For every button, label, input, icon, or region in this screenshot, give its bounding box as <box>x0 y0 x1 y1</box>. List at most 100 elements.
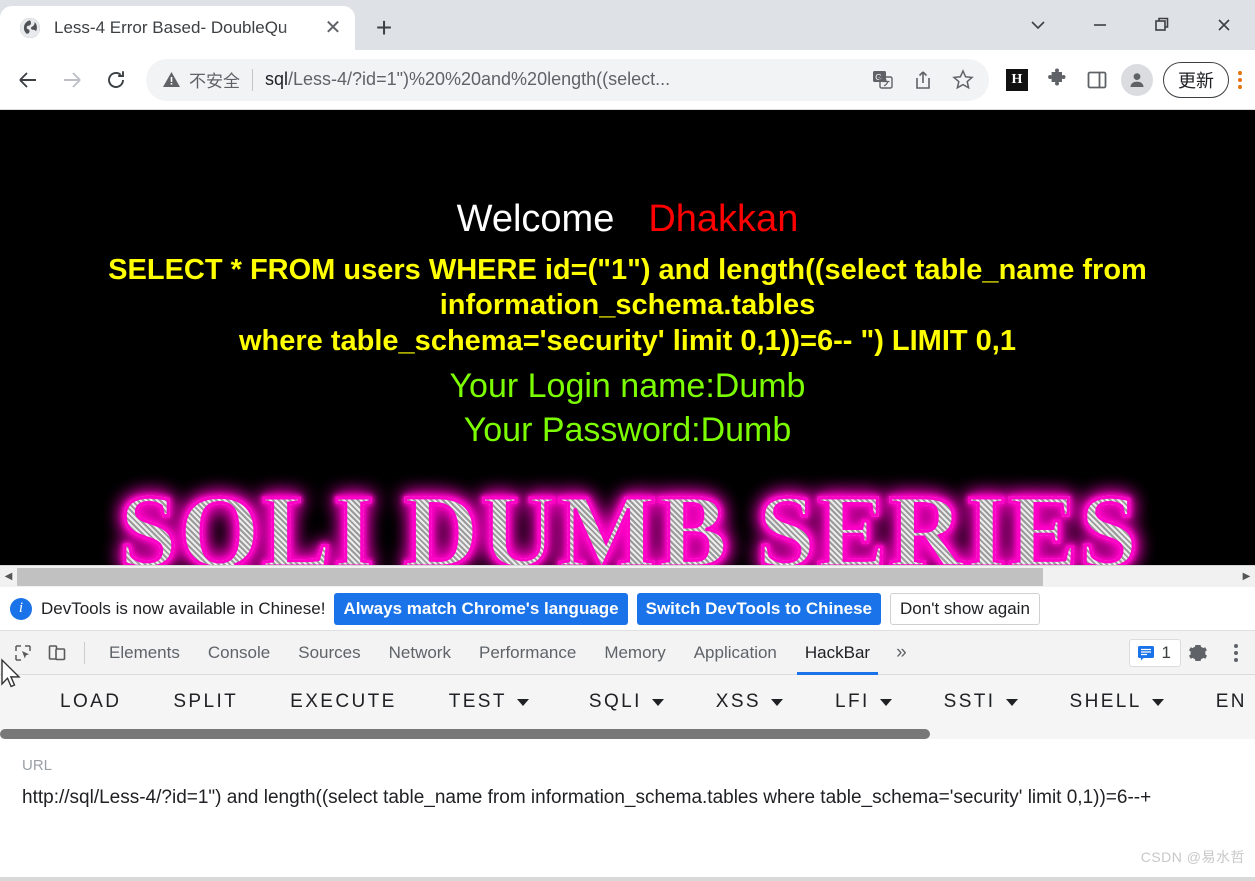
chevron-down-icon <box>771 698 783 706</box>
message-count: 1 <box>1161 642 1171 662</box>
gear-icon[interactable] <box>1181 636 1215 670</box>
devtools-tabbar-right: 1 <box>1128 636 1255 670</box>
scrollbar-thumb[interactable] <box>17 567 1043 586</box>
hackbar-split-button[interactable]: SPLIT <box>147 691 264 713</box>
login-name-line: Your Login name:Dumb <box>449 367 806 406</box>
hackbar-encoding-label: EN <box>1215 691 1247 712</box>
inspect-element-icon[interactable] <box>6 636 40 670</box>
chevron-down-icon <box>1005 698 1018 706</box>
share-icon[interactable] <box>903 60 943 100</box>
chevron-down-icon <box>879 698 892 706</box>
scrollbar-track[interactable] <box>17 566 1238 588</box>
tab-strip: Less-4 Error Based- DoubleQu ✕ + <box>0 0 1255 50</box>
sqli-page-content: Welcome Dhakkan SELECT * FROM users WHERE… <box>0 110 1255 452</box>
hackbar-horizontal-scrollbar[interactable] <box>0 729 1255 739</box>
hackbar-test-menu[interactable]: TEST <box>423 691 555 713</box>
browser-window: Less-4 Error Based- DoubleQu ✕ + 不安全 sql… <box>0 0 1255 881</box>
tab-close-icon[interactable]: ✕ <box>319 14 347 42</box>
tab-search-chevron-icon[interactable] <box>1007 0 1069 50</box>
scroll-left-arrow-icon[interactable]: ◀ <box>0 566 17 588</box>
page-viewport: Welcome Dhakkan SELECT * FROM users WHERE… <box>0 110 1255 565</box>
scroll-right-arrow-icon[interactable]: ▶ <box>1238 566 1255 588</box>
hackbar-url-input[interactable]: http://sql/Less-4/?id=1") and length((se… <box>22 782 1233 815</box>
reload-button[interactable] <box>94 58 138 102</box>
sql-echo-line-1: SELECT * FROM users WHERE id=("1") and l… <box>108 254 1147 322</box>
new-tab-button[interactable]: + <box>361 8 407 48</box>
hackbar-body: URL http://sql/Less-4/?id=1") and length… <box>0 739 1255 815</box>
url-field-label: URL <box>22 757 53 774</box>
switch-to-chinese-button[interactable]: Switch DevTools to Chinese <box>636 592 882 625</box>
window-controls <box>1007 0 1255 50</box>
more-tabs-icon[interactable]: » <box>884 642 919 664</box>
globe-icon <box>18 16 42 40</box>
message-count-badge[interactable]: 1 <box>1128 638 1181 667</box>
tab-application[interactable]: Application <box>680 631 791 675</box>
bottom-divider <box>0 877 1255 881</box>
hackbar-sqli-menu[interactable]: SQLI <box>563 691 690 713</box>
chrome-menu-icon[interactable] <box>1231 70 1249 89</box>
url-path: /Less-4/?id=1")%20%20and%20length((selec… <box>288 69 671 89</box>
hackbar-execute-button[interactable]: EXECUTE <box>264 691 423 713</box>
tabbar-divider <box>84 641 85 664</box>
not-secure-warning-icon <box>162 71 181 88</box>
security-chip[interactable]: 不安全 <box>162 67 240 92</box>
profile-avatar[interactable] <box>1121 63 1153 96</box>
chevron-down-icon <box>651 698 664 706</box>
hackbar-encoding-menu[interactable]: EN <box>1190 691 1255 713</box>
security-label: 不安全 <box>189 72 240 91</box>
hackbar-extension-icon[interactable]: H <box>997 60 1037 100</box>
hackbar-lfi-menu[interactable]: LFI <box>809 691 918 713</box>
browser-toolbar: 不安全 sql/Less-4/?id=1")%20%20and%20length… <box>0 50 1255 110</box>
devtools-menu-icon[interactable] <box>1225 643 1247 662</box>
message-icon <box>1137 645 1154 660</box>
welcome-text: Welcome <box>456 198 615 240</box>
hackbar-ssti-menu[interactable]: SSTI <box>918 691 1044 713</box>
url-text[interactable]: sql/Less-4/?id=1")%20%20and%20length((se… <box>265 69 863 90</box>
sqli-dumb-series-banner: SQLI DUMB SERIES <box>0 472 1255 566</box>
tab-performance[interactable]: Performance <box>465 631 590 675</box>
tab-title: Less-4 Error Based- DoubleQu <box>54 18 288 37</box>
notice-text: DevTools is now available in Chinese! <box>41 598 326 618</box>
hackbar-toolbar: LOAD SPLIT EXECUTE TEST SQLI XSS LFI SST… <box>0 675 1255 729</box>
hackbar-execute-label: EXECUTE <box>290 691 397 712</box>
side-panel-icon[interactable] <box>1077 60 1117 100</box>
hackbar-xss-label: XSS <box>715 691 761 712</box>
tab-sources[interactable]: Sources <box>284 631 374 675</box>
user-text: Dhakkan <box>648 198 799 240</box>
translate-icon[interactable]: G <box>863 60 903 100</box>
hackbar-load-button[interactable]: LOAD <box>34 691 147 713</box>
tab-hackbar[interactable]: HackBar <box>791 631 884 675</box>
page-horizontal-scrollbar[interactable]: ◀ ▶ <box>0 565 1255 587</box>
hackbar-shell-menu[interactable]: SHELL <box>1044 691 1190 713</box>
browser-tab[interactable]: Less-4 Error Based- DoubleQu ✕ <box>0 6 355 50</box>
window-close-icon[interactable] <box>1193 0 1255 50</box>
maximize-icon[interactable] <box>1131 0 1193 50</box>
dont-show-again-button[interactable]: Don't show again <box>890 592 1040 625</box>
tab-console[interactable]: Console <box>194 631 284 675</box>
forward-button[interactable] <box>50 58 94 102</box>
back-button[interactable] <box>6 58 50 102</box>
tab-elements[interactable]: Elements <box>95 631 194 675</box>
device-toolbar-icon[interactable] <box>40 636 74 670</box>
update-button[interactable]: 更新 <box>1163 61 1229 98</box>
url-host: sql <box>265 69 289 89</box>
minimize-icon[interactable] <box>1069 0 1131 50</box>
hackbar-sqli-label: SQLI <box>588 691 642 712</box>
chevron-down-icon <box>1151 698 1164 706</box>
tab-memory[interactable]: Memory <box>590 631 679 675</box>
update-button-label: 更新 <box>1178 70 1214 91</box>
hackbar-lfi-label: LFI <box>835 691 870 712</box>
hackbar-shell-label: SHELL <box>1069 691 1142 712</box>
omnibox-divider <box>252 68 253 91</box>
hackbar-ssti-label: SSTI <box>943 691 996 712</box>
tab-network[interactable]: Network <box>375 631 465 675</box>
hackbar-scrollbar-thumb[interactable] <box>0 729 930 739</box>
always-match-language-button[interactable]: Always match Chrome's language <box>334 592 628 625</box>
info-icon: i <box>10 597 32 620</box>
address-bar[interactable]: 不安全 sql/Less-4/?id=1")%20%20and%20length… <box>146 58 989 101</box>
hackbar-xss-menu[interactable]: XSS <box>690 691 809 713</box>
hackbar-split-label: SPLIT <box>173 691 239 712</box>
bookmark-star-icon[interactable] <box>943 60 983 100</box>
extensions-puzzle-icon[interactable] <box>1037 60 1077 100</box>
hackbar-h-glyph: H <box>1006 68 1028 91</box>
